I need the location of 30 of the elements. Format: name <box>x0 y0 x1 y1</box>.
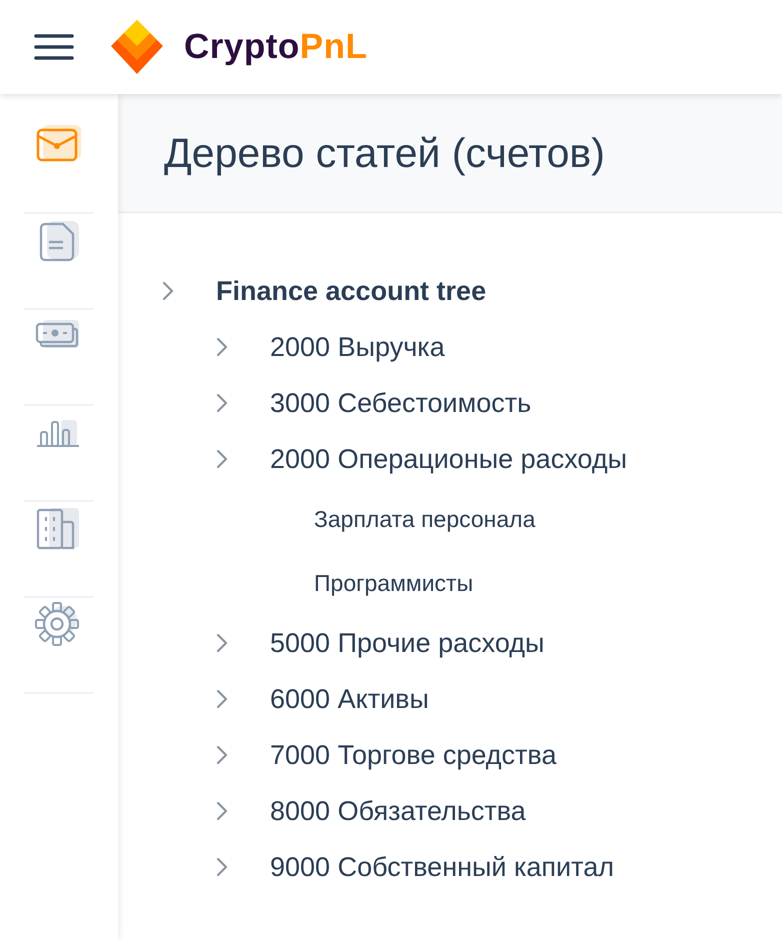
tree-item[interactable]: 5000 Прочие расходы <box>270 628 544 658</box>
chevron-icon[interactable] <box>216 449 228 469</box>
chevron-icon[interactable] <box>216 393 228 413</box>
building-icon <box>36 508 79 550</box>
tree-item[interactable]: 2000 Операционые расходы <box>270 444 627 474</box>
banknotes-icon <box>36 320 79 348</box>
tree-item[interactable]: 7000 Торгове средства <box>270 740 556 770</box>
tree-item[interactable]: 9000 Собственный капитал <box>270 852 614 882</box>
chevron-icon[interactable] <box>162 281 174 301</box>
chevron-icon[interactable] <box>216 801 228 821</box>
chevron-icon[interactable] <box>216 633 228 653</box>
chevron-icon[interactable] <box>216 337 228 357</box>
menu-icon[interactable] <box>34 33 74 61</box>
page-title: Дерево статей (счетов) <box>164 130 605 176</box>
tree-root-label[interactable]: Finance account tree <box>216 276 486 306</box>
bar-chart-icon <box>37 420 79 447</box>
settings-icon <box>35 602 79 646</box>
chevron-icon[interactable] <box>216 857 228 877</box>
document-icon <box>40 221 79 262</box>
tree-item[interactable]: 3000 Себестоимость <box>270 388 532 418</box>
logo-text: CryptoPnL <box>184 27 368 67</box>
tree-item[interactable]: 8000 Обязательства <box>270 796 526 826</box>
chevron-icon[interactable] <box>216 689 228 709</box>
tree-item[interactable]: Зарплата персонала <box>314 506 536 532</box>
wallet-icon <box>36 125 81 162</box>
tree-item[interactable]: 2000 Выручка <box>270 332 445 362</box>
tree-item[interactable]: Программисты <box>314 570 474 596</box>
tree-item[interactable]: 6000 Активы <box>270 684 429 714</box>
chevron-icon[interactable] <box>216 745 228 765</box>
logo-icon <box>108 19 166 75</box>
